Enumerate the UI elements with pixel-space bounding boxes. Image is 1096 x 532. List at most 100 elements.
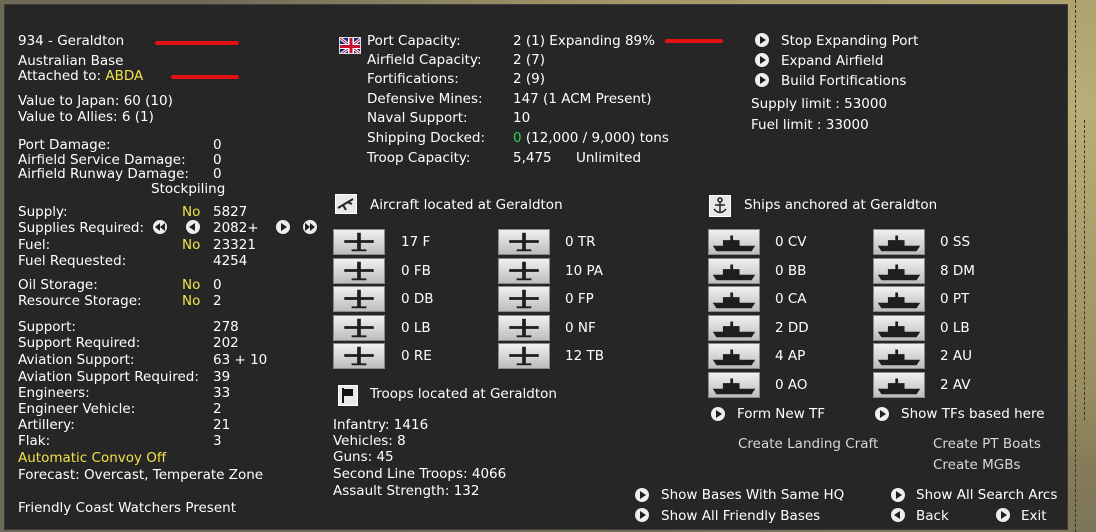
- support-label: Support:: [18, 319, 76, 335]
- shipping-docked-count: 0: [513, 130, 522, 146]
- ship-type-icon[interactable]: [708, 286, 760, 313]
- create-pt-boats-button[interactable]: Create PT Boats: [933, 437, 1041, 452]
- map-border-line: [1084, 120, 1085, 420]
- supply-increase-fast-icon[interactable]: [303, 220, 317, 234]
- aircraft-type-count: 0 LB: [401, 319, 431, 336]
- aircraft-type-icon[interactable]: [498, 343, 550, 370]
- ship-type-icon[interactable]: [708, 314, 760, 341]
- ship-type-icon[interactable]: [873, 343, 925, 370]
- ship-type-count: 0 SS: [940, 234, 971, 250]
- port-damage-label: Port Damage:: [18, 137, 111, 153]
- stop-expanding-port-button[interactable]: Stop Expanding Port: [781, 34, 918, 49]
- aircraft-type-count: 0 TR: [565, 234, 596, 250]
- naval-support-label: Naval Support:: [367, 110, 468, 126]
- ship-type-count: 0 LB: [940, 319, 970, 336]
- ship-type-count: 2 AU: [940, 348, 972, 365]
- airfield-runway-damage-value: 0: [213, 166, 222, 182]
- fortifications-value: 2 (9): [513, 71, 546, 87]
- fuel-stockpile-toggle[interactable]: No: [182, 238, 200, 253]
- aircraft-type-icon[interactable]: [333, 286, 385, 313]
- aircraft-type-icon[interactable]: [333, 343, 385, 370]
- aviation-support-value: 63 + 10: [213, 352, 268, 368]
- ship-type-icon[interactable]: [873, 286, 925, 313]
- ship-type-icon[interactable]: [708, 343, 760, 370]
- arrow-icon[interactable]: [891, 488, 905, 502]
- aircraft-type-count: 17 F: [401, 234, 431, 250]
- aircraft-type-count: 12 TB: [565, 348, 604, 365]
- supply-decrease-icon[interactable]: [186, 220, 200, 234]
- supplies-required-label: Supplies Required:: [18, 220, 145, 236]
- ship-type-count: 0 AO: [775, 377, 808, 393]
- arrow-icon[interactable]: [711, 407, 725, 421]
- aircraft-type-icon[interactable]: [333, 257, 385, 284]
- troops-second-line: Second Line Troops: 4066: [333, 466, 507, 482]
- exit-button[interactable]: Exit: [1021, 509, 1047, 524]
- flag-icon[interactable]: [338, 385, 358, 406]
- fuel-value: 23321: [213, 237, 256, 253]
- aircraft-type-icon[interactable]: [498, 229, 550, 255]
- oil-storage-toggle[interactable]: No: [182, 278, 200, 293]
- aircraft-type-count: 0 FB: [401, 262, 431, 279]
- red-annotation: [171, 75, 239, 79]
- aviation-support-required-value: 39: [213, 369, 231, 385]
- exit-arrow-icon[interactable]: [996, 508, 1010, 522]
- engineers-label: Engineers:: [18, 385, 90, 401]
- red-annotation: [665, 39, 723, 43]
- back-button[interactable]: Back: [916, 509, 949, 524]
- port-damage-value: 0: [213, 137, 222, 153]
- ship-type-icon[interactable]: [873, 257, 925, 284]
- create-landing-craft-button[interactable]: Create Landing Craft: [738, 437, 878, 452]
- back-arrow-icon[interactable]: [891, 508, 905, 522]
- map-border-line: [1075, 0, 1076, 532]
- arrow-icon[interactable]: [635, 488, 649, 502]
- form-new-tf-button[interactable]: Form New TF: [737, 407, 825, 422]
- aircraft-type-icon[interactable]: [498, 257, 550, 284]
- aircraft-icon[interactable]: [335, 194, 357, 214]
- ship-type-icon[interactable]: [708, 229, 760, 255]
- aircraft-type-icon[interactable]: [498, 314, 550, 341]
- arrow-icon[interactable]: [875, 407, 889, 421]
- engineer-vehicle-value: 2: [213, 401, 222, 417]
- troops-header: Troops located at Geraldton: [370, 386, 557, 402]
- resource-storage-toggle[interactable]: No: [182, 294, 200, 309]
- oil-storage-label: Oil Storage:: [18, 277, 98, 293]
- arrow-icon[interactable]: [755, 53, 769, 67]
- artillery-label: Artillery:: [18, 417, 75, 433]
- flak-label: Flak:: [18, 433, 51, 449]
- show-all-search-arcs-button[interactable]: Show All Search Arcs: [916, 488, 1057, 503]
- attached-hq-link[interactable]: ABDA: [105, 68, 143, 84]
- supply-decrease-fast-icon[interactable]: [153, 220, 167, 234]
- ship-type-icon[interactable]: [708, 257, 760, 284]
- anchor-icon[interactable]: [709, 195, 731, 217]
- arrow-icon[interactable]: [755, 73, 769, 87]
- show-all-friendly-bases-button[interactable]: Show All Friendly Bases: [661, 509, 820, 524]
- supply-stockpile-toggle[interactable]: No: [182, 205, 200, 220]
- arrow-icon[interactable]: [755, 33, 769, 47]
- expand-airfield-button[interactable]: Expand Airfield: [781, 54, 883, 69]
- aircraft-type-icon[interactable]: [333, 229, 385, 255]
- base-title: 934 - Geraldton: [18, 33, 125, 49]
- ship-type-icon[interactable]: [708, 372, 760, 398]
- aviation-support-label: Aviation Support:: [18, 352, 135, 368]
- build-fortifications-button[interactable]: Build Fortifications: [781, 74, 906, 89]
- port-capacity-value: 2 (1) Expanding 89%: [513, 33, 655, 49]
- ship-type-icon[interactable]: [873, 229, 925, 255]
- show-tfs-button[interactable]: Show TFs based here: [901, 407, 1045, 422]
- ship-type-icon[interactable]: [873, 372, 925, 398]
- ships-header: Ships anchored at Geraldton: [744, 197, 938, 213]
- create-mgbs-button[interactable]: Create MGBs: [933, 458, 1021, 473]
- defensive-mines-value: 147 (1 ACM Present): [513, 91, 652, 107]
- automatic-convoy-toggle[interactable]: Automatic Convoy Off: [18, 451, 166, 466]
- aircraft-type-icon[interactable]: [498, 286, 550, 313]
- flak-value: 3: [213, 433, 222, 449]
- arrow-icon[interactable]: [635, 508, 649, 522]
- aircraft-type-icon[interactable]: [333, 314, 385, 341]
- value-to-japan: Value to Japan: 60 (10): [18, 93, 173, 109]
- attached-label: Attached to:: [18, 68, 102, 84]
- fortifications-label: Fortifications:: [367, 71, 459, 87]
- support-required-value: 202: [213, 335, 239, 351]
- red-annotation: [155, 41, 239, 45]
- supply-increase-icon[interactable]: [276, 220, 290, 234]
- ship-type-icon[interactable]: [873, 314, 925, 341]
- show-bases-same-hq-button[interactable]: Show Bases With Same HQ: [661, 488, 844, 503]
